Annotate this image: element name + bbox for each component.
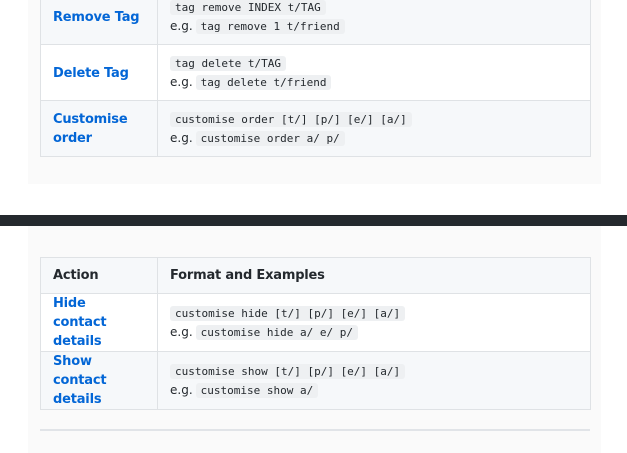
format-code: tag remove INDEX t/TAG	[170, 0, 326, 15]
section-divider-bar	[0, 215, 627, 226]
action-cell: Show contact details	[40, 351, 158, 410]
action-cell: Customise order	[40, 100, 158, 157]
table-row: Show contact details customise show [t/]…	[40, 351, 591, 410]
table-row: Remove Tag tag remove INDEX t/TAG e.g. ta…	[40, 0, 591, 45]
format-code: customise order [t/] [p/] [e/] [a/]	[170, 111, 412, 127]
example-label: e.g.	[170, 74, 193, 89]
example-label: e.g.	[170, 382, 193, 397]
action-name: Hide contact details	[53, 296, 107, 349]
format-code: tag delete t/TAG	[170, 55, 286, 71]
action-cell: Remove Tag	[40, 0, 158, 45]
example-code: tag delete t/friend	[195, 74, 332, 90]
example-code: tag remove 1 t/friend	[195, 18, 345, 34]
example-label: e.g.	[170, 18, 193, 33]
example-code: customise show a/	[195, 382, 319, 398]
header-action: Action	[40, 257, 158, 294]
command-table-bottom: Action Format and Examples Hide contact …	[40, 257, 591, 410]
action-name: Remove Tag	[53, 10, 140, 25]
format-cell: customise order [t/] [p/] [e/] [a/] e.g.…	[157, 100, 591, 157]
example-label: e.g.	[170, 130, 193, 145]
header-format: Format and Examples	[157, 257, 591, 294]
format-cell: tag delete t/TAG e.g. tag delete t/friend	[157, 44, 591, 101]
format-cell: customise hide [t/] [p/] [e/] [a/] e.g. c…	[157, 293, 591, 352]
action-name: Delete Tag	[53, 66, 129, 81]
format-cell: tag remove INDEX t/TAG e.g. tag remove 1 …	[157, 0, 591, 45]
format-code: customise show [t/] [p/] [e/] [a/]	[170, 363, 406, 379]
example-code: customise hide a/ e/ p/	[195, 324, 358, 340]
action-cell: Delete Tag	[40, 44, 158, 101]
table-header-row: Action Format and Examples	[40, 257, 591, 294]
format-code: customise hide [t/] [p/] [e/] [a/]	[170, 305, 406, 321]
table-row: Hide contact details customise hide [t/]…	[40, 293, 591, 352]
format-cell: customise show [t/] [p/] [e/] [a/] e.g. c…	[157, 351, 591, 410]
command-table-top: Remove Tag tag remove INDEX t/TAG e.g. ta…	[40, 0, 591, 157]
horizontal-rule	[40, 429, 590, 431]
action-name: Show contact details	[53, 354, 107, 407]
action-name: Customise order	[53, 111, 128, 146]
example-code: customise order a/ p/	[195, 130, 345, 146]
table-row: Delete Tag tag delete t/TAG e.g. tag dele…	[40, 44, 591, 101]
table-row: Customise order customise order [t/] [p/…	[40, 100, 591, 157]
example-label: e.g.	[170, 324, 193, 339]
action-cell: Hide contact details	[40, 293, 158, 352]
